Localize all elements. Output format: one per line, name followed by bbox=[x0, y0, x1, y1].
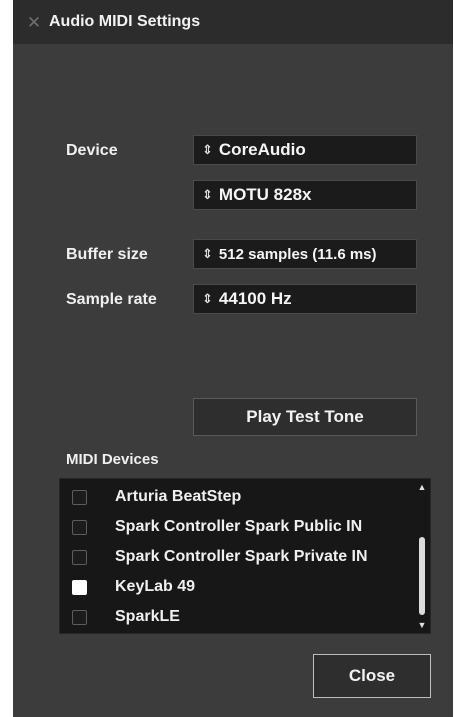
window-title: Audio MIDI Settings bbox=[49, 13, 201, 30]
device-type-value: CoreAudio bbox=[218, 140, 306, 159]
device-name-select[interactable]: ⇕ MOTU 828x bbox=[193, 180, 417, 210]
sample-rate-select[interactable]: ⇕ 44100 Hz bbox=[193, 284, 417, 314]
close-window-icon[interactable]: ✕ bbox=[27, 14, 41, 31]
select-arrows-icon: ⇕ bbox=[202, 142, 213, 157]
select-arrows-icon: ⇕ bbox=[202, 246, 213, 261]
midi-device-row[interactable]: SparkLE bbox=[60, 602, 412, 632]
midi-device-row[interactable]: Spark Controller Spark Public IN bbox=[60, 512, 412, 542]
midi-device-name: Spark Controller Spark Private IN bbox=[115, 548, 368, 565]
midi-devices-list: Arturia BeatStep Spark Controller Spark … bbox=[59, 478, 431, 634]
sample-rate-label: Sample rate bbox=[66, 291, 157, 308]
scroll-down-arrow-icon[interactable]: ▼ bbox=[414, 619, 430, 631]
buffer-size-label: Buffer size bbox=[66, 246, 148, 263]
midi-device-row[interactable]: Spark Controller Spark Private IN bbox=[60, 542, 412, 572]
midi-device-checkbox[interactable] bbox=[72, 579, 87, 595]
play-test-tone-button[interactable]: Play Test Tone bbox=[193, 398, 417, 436]
audio-midi-settings-window: ✕ Audio MIDI Settings Device ⇕ CoreAudio… bbox=[13, 0, 453, 717]
midi-device-name: KeyLab 49 bbox=[115, 578, 196, 595]
select-arrows-icon: ⇕ bbox=[202, 291, 213, 306]
device-name-value: MOTU 828x bbox=[218, 185, 312, 204]
sample-rate-value: 44100 Hz bbox=[218, 289, 292, 308]
midi-device-checkbox[interactable] bbox=[72, 519, 87, 535]
buffer-size-value: 512 samples (11.6 ms) bbox=[218, 245, 377, 263]
device-label: Device bbox=[66, 142, 118, 159]
scroll-thumb[interactable] bbox=[419, 537, 425, 615]
midi-device-checkbox[interactable] bbox=[72, 609, 87, 625]
midi-devices-label: MIDI Devices bbox=[66, 451, 159, 468]
midi-device-checkbox[interactable] bbox=[72, 549, 87, 565]
select-arrows-icon: ⇕ bbox=[202, 187, 213, 202]
midi-device-row[interactable]: KeyLab 49 bbox=[60, 572, 412, 602]
title-bar: ✕ Audio MIDI Settings bbox=[13, 0, 453, 44]
midi-list-scrollbar[interactable]: ▲ ▼ bbox=[414, 479, 430, 633]
midi-device-name: SparkLE bbox=[115, 608, 180, 625]
close-button[interactable]: Close bbox=[313, 654, 431, 698]
device-type-select[interactable]: ⇕ CoreAudio bbox=[193, 135, 417, 165]
scroll-up-arrow-icon[interactable]: ▲ bbox=[414, 481, 430, 493]
midi-device-name: Spark Controller Spark Public IN bbox=[115, 518, 363, 535]
midi-device-name: Arturia BeatStep bbox=[115, 488, 242, 505]
midi-device-checkbox[interactable] bbox=[72, 489, 87, 505]
buffer-size-select[interactable]: ⇕ 512 samples (11.6 ms) bbox=[193, 239, 417, 269]
midi-device-row[interactable]: Arturia BeatStep bbox=[60, 482, 412, 512]
